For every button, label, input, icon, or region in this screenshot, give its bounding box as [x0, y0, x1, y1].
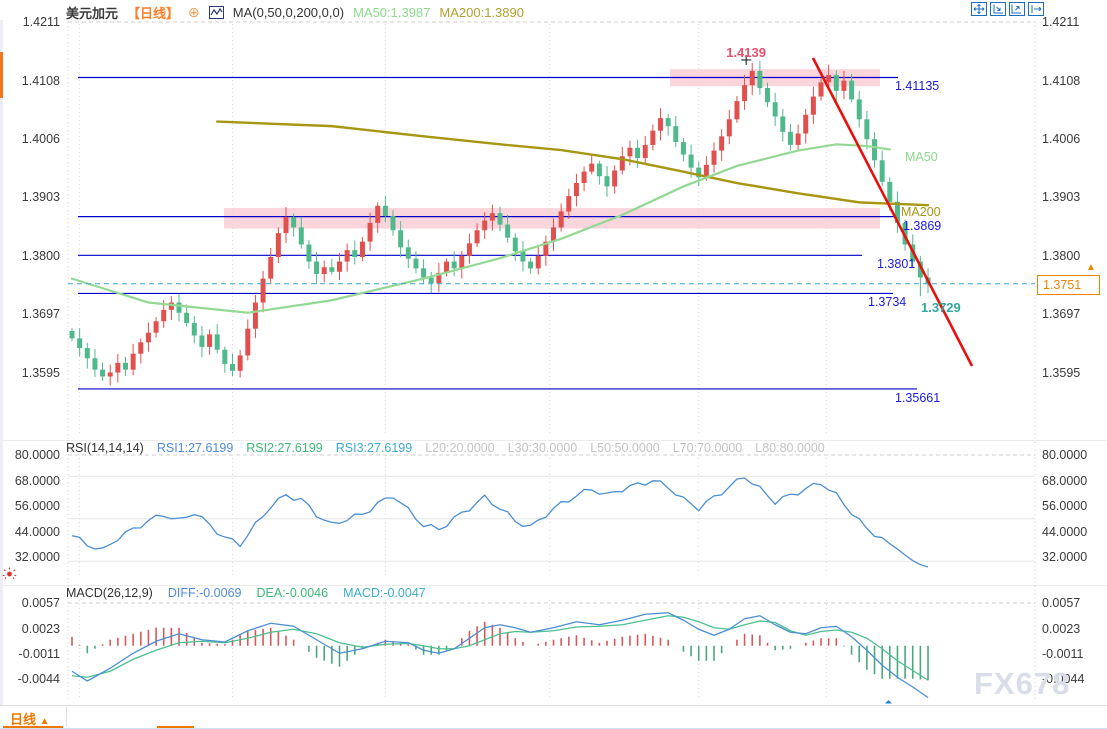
axis-zoom-right-tool-icon[interactable] — [1009, 2, 1025, 16]
main-chart-header: 美元加元 【日线】 ⊕ MA(0,50,0,200,0,0) MA50:1.39… — [66, 3, 524, 22]
ma-settings-label: MA(0,50,0,200,0,0) — [233, 5, 344, 20]
high-price-annotation: 1.4139 — [726, 45, 766, 60]
left-scrollbar-thumb[interactable] — [0, 52, 3, 98]
rsi-header: RSI(14,14,14) RSI1:27.6199 RSI2:27.6199 … — [66, 441, 825, 455]
move-tool-icon[interactable] — [971, 2, 987, 16]
ma50-curve-label: MA50 — [905, 150, 938, 164]
rsi1-value: RSI1:27.6199 — [157, 441, 233, 455]
ma200-value-label: MA200:1.3890 — [439, 5, 524, 20]
symbol-name: 美元加元 — [66, 3, 118, 22]
current-price-badge: 1.3751 — [1037, 275, 1100, 295]
ma50-value-label: MA50:1.3987 — [353, 5, 430, 20]
bottom-bar: 日线 ▲ — [0, 705, 1107, 729]
rsi-level-50: L50:50.0000 — [590, 441, 660, 455]
rsi-level-70: L70:70.0000 — [673, 441, 743, 455]
add-indicator-icon[interactable]: ⊕ — [188, 4, 200, 21]
rsi-level-20: L20:20.0000 — [425, 441, 495, 455]
rsi-title: RSI(14,14,14) — [66, 441, 144, 455]
snap-latest-tool-icon[interactable] — [1028, 2, 1044, 16]
macd-header: MACD(26,12,9) DIFF:-0.0069 DEA:-0.0046 M… — [66, 586, 426, 600]
macd-value: MACD:-0.0047 — [343, 586, 426, 600]
rsi-level-80: L80:80.0000 — [755, 441, 825, 455]
macd-diff-value: DIFF:-0.0069 — [168, 586, 242, 600]
current-price-arrow-icon: ▲ — [1086, 262, 1096, 273]
ma200-curve-label: MA200 — [901, 205, 941, 219]
macd-title: MACD(26,12,9) — [66, 586, 153, 600]
period-tag[interactable]: 【日线】 — [127, 3, 179, 22]
alert-icon[interactable] — [2, 565, 17, 585]
low-price-annotation: 1.3729 — [921, 300, 961, 315]
chart-toolbar — [971, 2, 1044, 16]
rsi-level-30: L30:30.0000 — [508, 441, 578, 455]
macd-dea-value: DEA:-0.0046 — [256, 586, 328, 600]
chart-canvas[interactable] — [0, 0, 1107, 729]
rsi3-value: RSI3:27.6199 — [336, 441, 412, 455]
current-price-value: 1.3751 — [1043, 278, 1081, 292]
left-scrollbar-track[interactable] — [0, 20, 3, 706]
chart-app: 1.42111.42111.41081.41081.40061.40061.39… — [0, 0, 1107, 729]
tab-daily-label: 日线 — [10, 712, 36, 727]
rsi2-value: RSI2:27.6199 — [246, 441, 322, 455]
watermark: FX678 — [974, 666, 1070, 702]
axis-zoom-left-tool-icon[interactable] — [990, 2, 1006, 16]
tab-divider — [66, 707, 67, 727]
chart-type-icon[interactable] — [209, 6, 224, 19]
